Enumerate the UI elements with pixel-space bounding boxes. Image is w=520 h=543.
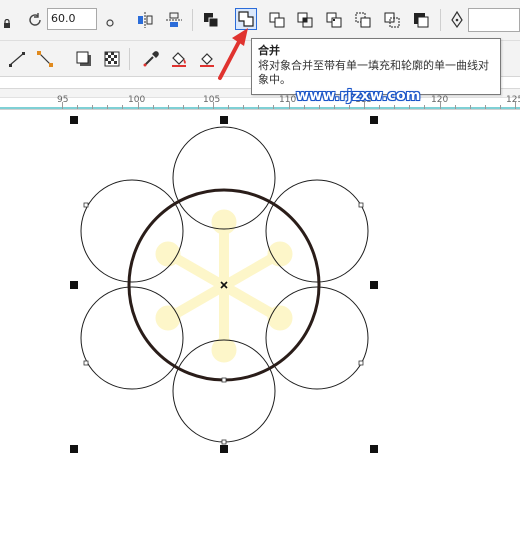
- ruler-tick: [152, 105, 154, 109]
- selection-handle-bottom-left[interactable]: [70, 445, 78, 453]
- rotation-angle-input[interactable]: 60.0: [47, 8, 97, 30]
- ruler-tick: [182, 105, 184, 109]
- ruler-tick: [424, 105, 426, 109]
- ruler-tick: [273, 105, 275, 109]
- selection-handle-top-center[interactable]: [220, 116, 228, 124]
- selection-handle-top-left[interactable]: [70, 116, 78, 124]
- trim-button[interactable]: [266, 9, 288, 31]
- selection-handle-top-right[interactable]: [370, 116, 378, 124]
- toolbar-separator: [129, 48, 130, 70]
- ruler-tick: [348, 105, 350, 109]
- rotate-angle-icon: [24, 9, 46, 31]
- line-tool-icon[interactable]: [6, 48, 28, 70]
- toolbar-separator: [192, 9, 193, 31]
- mirror-vertical-button[interactable]: [163, 9, 185, 31]
- ruler-tick: [92, 105, 94, 109]
- ruler-tick: [303, 105, 305, 109]
- node-marker[interactable]: [83, 360, 89, 366]
- ruler-tick: [515, 102, 516, 109]
- node-marker[interactable]: [83, 202, 89, 208]
- ruler-tick: [409, 105, 411, 109]
- ruler-tick: [394, 105, 396, 109]
- red-arrow-annotation: [218, 28, 248, 80]
- ruler-tick: [197, 105, 199, 109]
- back-minus-front-button[interactable]: [381, 9, 403, 31]
- ruler-tick: [469, 105, 471, 109]
- pen-nib-icon[interactable]: [446, 9, 468, 31]
- mirror-horizontal-button[interactable]: [134, 9, 156, 31]
- node-marker[interactable]: [358, 360, 364, 366]
- create-boundary-button[interactable]: [410, 9, 432, 31]
- ruler-tick: [439, 102, 441, 109]
- tooltip-title: 合并: [258, 44, 280, 57]
- lock-icon[interactable]: [3, 14, 11, 33]
- ruler-tick: [62, 102, 63, 109]
- ruler-label: 125: [506, 95, 520, 105]
- drawing-canvas[interactable]: [0, 110, 520, 543]
- weld-tooltip: 合并 将对象合并至带有单一填充和轮廓的单一曲线对象中。: [251, 38, 501, 95]
- selection-handle-middle-left[interactable]: [70, 281, 78, 289]
- ruler-tick: [379, 105, 381, 109]
- connector-tool-icon[interactable]: [34, 48, 56, 70]
- node-marker[interactable]: [221, 439, 227, 445]
- property-bar: 60.0: [0, 0, 520, 41]
- ruler-tick: [484, 105, 486, 109]
- ruler-label: 105: [203, 95, 221, 105]
- ruler-tick: [122, 105, 124, 109]
- ruler-tick: [228, 105, 230, 109]
- eyedropper-icon[interactable]: [140, 48, 162, 70]
- intersect-button[interactable]: [294, 9, 316, 31]
- ruler-tick: [258, 105, 260, 109]
- ruler-tick: [213, 102, 214, 109]
- node-marker[interactable]: [221, 377, 227, 383]
- ruler-tick: [77, 105, 79, 109]
- ruler-tick: [499, 105, 501, 109]
- drop-shadow-icon[interactable]: [73, 48, 95, 70]
- watermark: www.rjzxw.com: [296, 88, 421, 104]
- selection-handle-bottom-center[interactable]: [220, 445, 228, 453]
- tooltip-body: 将对象合并至带有单一填充和轮廓的单一曲线对象中。: [258, 59, 489, 86]
- selection-handle-middle-right[interactable]: [370, 281, 378, 289]
- front-minus-back-button[interactable]: [352, 9, 374, 31]
- outline-width-input[interactable]: [468, 8, 520, 32]
- toolbar-separator: [440, 9, 441, 31]
- ruler-tick: [107, 105, 109, 109]
- ruler-tick: [333, 105, 335, 109]
- ruler-tick: [137, 102, 139, 109]
- node-marker[interactable]: [358, 202, 364, 208]
- ruler-tick: [318, 105, 320, 109]
- fill-bucket-icon[interactable]: [168, 48, 190, 70]
- ruler-tick: [243, 105, 245, 109]
- selection-handle-bottom-right[interactable]: [370, 445, 378, 453]
- ruler-tick: [167, 105, 169, 109]
- degree-symbol: [106, 12, 114, 31]
- simplify-button[interactable]: [323, 9, 345, 31]
- transparency-icon[interactable]: [101, 48, 123, 70]
- ruler-tick: [288, 102, 290, 109]
- ruler-tick: [454, 105, 456, 109]
